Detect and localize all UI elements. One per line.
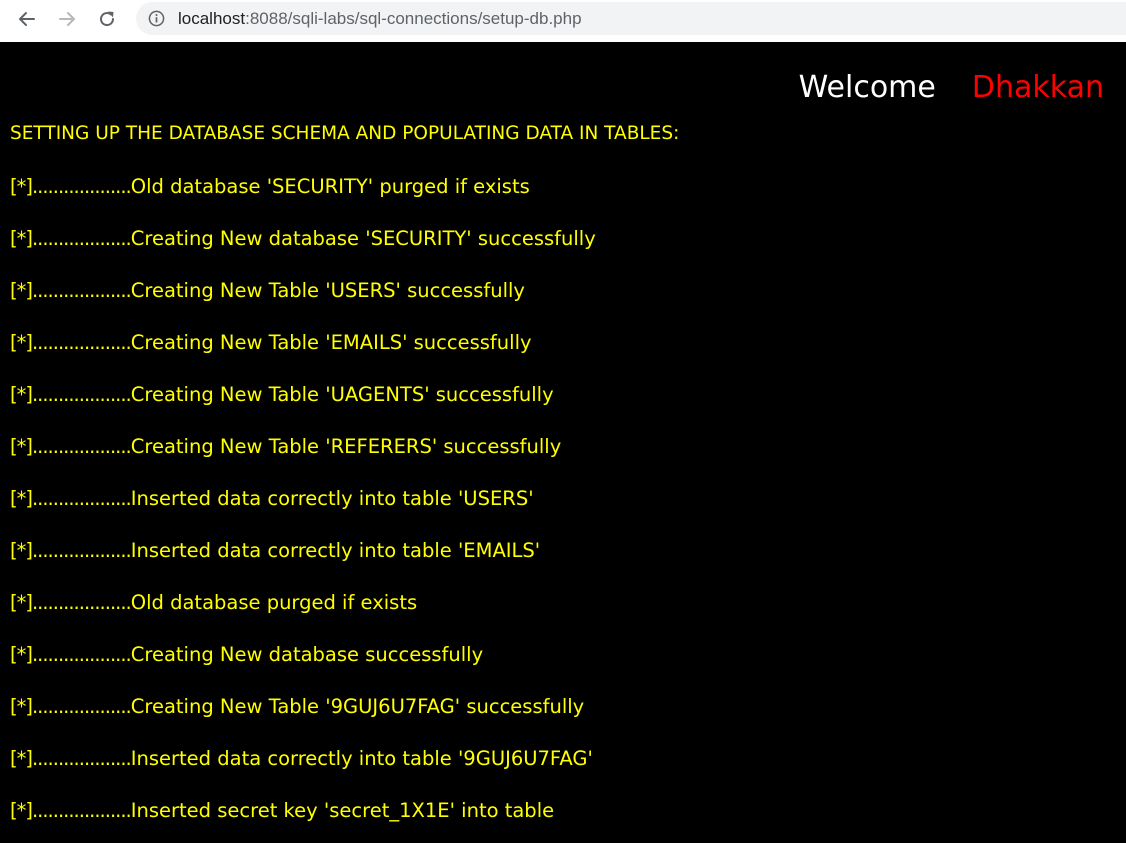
log-line: [*]...................Inserted secret ke… xyxy=(10,798,596,843)
log-line-prefix: [*]................... xyxy=(10,695,132,718)
log-line: [*]...................Inserted data corr… xyxy=(10,486,596,538)
forward-button[interactable] xyxy=(53,5,81,33)
log-line-prefix: [*]................... xyxy=(10,175,132,198)
log-line: [*]...................Creating New Table… xyxy=(10,434,596,486)
log-line: [*]...................Creating New datab… xyxy=(10,226,596,278)
log-line-prefix: [*]................... xyxy=(10,279,132,302)
log-line-message: Creating New Table 'USERS' successfully xyxy=(130,279,525,302)
log-line: [*]...................Creating New Table… xyxy=(10,694,596,746)
setup-log: [*]...................Old database 'SECU… xyxy=(10,174,596,843)
browser-toolbar: localhost:8088/sqli-labs/sql-connections… xyxy=(0,0,1126,38)
log-line-message: Creating New Table 'EMAILS' successfully xyxy=(130,331,532,354)
log-line: [*]...................Inserted data corr… xyxy=(10,746,596,798)
log-line-message: Creating New Table 'UAGENTS' successfull… xyxy=(130,383,554,406)
log-line-prefix: [*]................... xyxy=(10,435,132,458)
site-info-icon[interactable] xyxy=(148,10,165,27)
log-line-message: Creating New Table 'REFERERS' successful… xyxy=(130,435,562,458)
log-line-message: Inserted secret key 'secret_1X1E' into t… xyxy=(130,799,555,822)
log-line-message: Inserted data correctly into table '9GUJ… xyxy=(130,747,593,770)
log-line-prefix: [*]................... xyxy=(10,591,132,614)
back-arrow-icon xyxy=(19,12,35,26)
back-button[interactable] xyxy=(13,5,41,33)
page-content: Welcome Dhakkan SETTING UP THE DATABASE S… xyxy=(0,42,1126,843)
log-line: [*]...................Creating New Table… xyxy=(10,278,596,330)
url-text[interactable]: localhost:8088/sqli-labs/sql-connections… xyxy=(178,8,582,29)
welcome-text: Welcome xyxy=(798,70,936,105)
log-line-message: Creating New Table '9GUJ6U7FAG' successf… xyxy=(130,695,585,718)
log-line-prefix: [*]................... xyxy=(10,539,132,562)
log-line: [*]...................Creating New Table… xyxy=(10,330,596,382)
log-line-prefix: [*]................... xyxy=(10,799,132,822)
url-path: :8088/sqli-labs/sql-connections/setup-db… xyxy=(245,9,582,28)
log-line-message: Old database purged if exists xyxy=(130,591,418,614)
log-line-message: Old database 'SECURITY' purged if exists xyxy=(130,175,530,198)
welcome-banner: Welcome Dhakkan xyxy=(799,70,1104,106)
log-line: [*]...................Inserted data corr… xyxy=(10,538,596,590)
log-line: [*]...................Old database 'SECU… xyxy=(10,174,596,226)
forward-arrow-icon xyxy=(59,12,75,26)
reload-button[interactable] xyxy=(93,5,121,33)
user-name: Dhakkan xyxy=(971,70,1104,105)
log-line-prefix: [*]................... xyxy=(10,331,132,354)
log-line-message: Creating New database successfully xyxy=(130,643,484,666)
log-line: [*]...................Old database purge… xyxy=(10,590,596,642)
address-bar[interactable]: localhost:8088/sqli-labs/sql-connections… xyxy=(136,2,1126,35)
log-line: [*]...................Creating New Table… xyxy=(10,382,596,434)
page-heading: SETTING UP THE DATABASE SCHEMA AND POPUL… xyxy=(10,123,680,144)
log-line-prefix: [*]................... xyxy=(10,487,132,510)
log-line-prefix: [*]................... xyxy=(10,643,132,666)
reload-icon xyxy=(100,11,115,27)
log-line-prefix: [*]................... xyxy=(10,227,132,250)
log-line-message: Inserted data correctly into table 'USER… xyxy=(130,487,534,510)
url-host: localhost xyxy=(178,9,246,28)
log-line-message: Creating New database 'SECURITY' success… xyxy=(130,227,596,250)
log-line-prefix: [*]................... xyxy=(10,383,132,406)
log-line-message: Inserted data correctly into table 'EMAI… xyxy=(130,539,541,562)
log-line-prefix: [*]................... xyxy=(10,747,132,770)
log-line: [*]...................Creating New datab… xyxy=(10,642,596,694)
